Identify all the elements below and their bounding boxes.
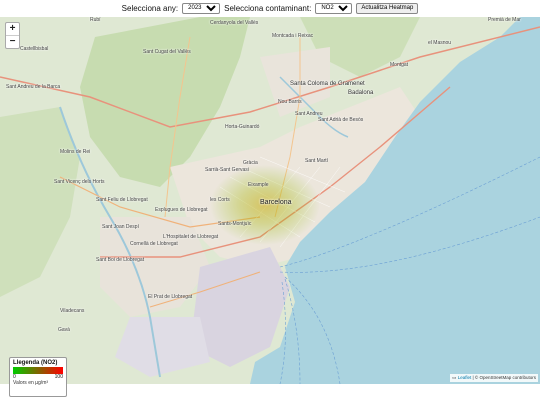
place-label: Gràcia (243, 160, 258, 166)
place-label: Viladecans (60, 308, 85, 314)
place-label: Gavà (58, 327, 70, 333)
pollutant-select[interactable]: NO2 (315, 2, 353, 14)
place-label: Sant Boi de Llobregat (96, 257, 145, 263)
place-label: Sants-Montjuïc (218, 221, 252, 227)
year-select[interactable]: 2023 (182, 2, 221, 14)
place-label: Montcada i Reixac (272, 33, 314, 39)
place-label: Sant Martí (305, 158, 329, 164)
place-label: El Prat de Llobregat (148, 294, 193, 300)
place-label: Sant Feliu de Llobregat (96, 197, 148, 203)
pollutant-label: Selecciona contaminant: (224, 3, 312, 13)
place-label: L'Hospitalet de Llobregat (163, 234, 219, 240)
update-heatmap-button[interactable]: Actualitza Heatmap (356, 2, 419, 14)
place-label: Santa Coloma de Gramenet (290, 81, 365, 87)
place-label: Montgat (390, 62, 409, 68)
legend-title: Llegenda (NO2) (13, 360, 58, 366)
place-label: Horta-Guinardó (225, 124, 260, 130)
place-label: Cerdanyola del Vallès (210, 20, 259, 26)
leaflet-link[interactable]: Leaflet (458, 375, 472, 380)
place-label: Sant Andreu (295, 111, 323, 117)
osm-attribution: | © OpenStreetMap contributors (472, 375, 536, 380)
place-label: el Masnou (428, 40, 452, 46)
place-label: Premià de Mar (488, 17, 521, 23)
place-label: Sarrià-Sant Gervasi (205, 167, 249, 173)
legend-color-bar (13, 367, 63, 374)
place-label: Rubí (90, 17, 101, 23)
place-label: Molins de Rei (60, 149, 91, 155)
place-label: Esplugues de Llobregat (155, 207, 208, 213)
place-label: Badalona (348, 90, 374, 96)
legend-max: 100 (54, 374, 63, 380)
place-label: Cornellà de Llobregat (130, 241, 178, 247)
year-label: Selecciona any: (121, 3, 179, 13)
zoom-control: + − (5, 22, 20, 49)
legend-unit: Valors en µg/m³ (13, 380, 49, 386)
place-label: Sant Cugat del Vallès (143, 49, 191, 55)
place-label: Sant Adrià de Besòs (318, 117, 364, 123)
place-label: Eixample (248, 182, 269, 188)
place-label: les Corts (210, 197, 230, 203)
place-label: Sant Joan Despí (102, 224, 139, 230)
place-label: Sant Andreu de la Barca (6, 84, 61, 90)
place-label: Castellbisbal (20, 46, 49, 52)
controls-bar: Selecciona any: 2023 Selecciona contamin… (0, 0, 540, 16)
map-attribution: ▭ Leaflet | © OpenStreetMap contributors (450, 374, 538, 382)
place-label: Nou Barris (278, 99, 302, 105)
flag-icon: ▭ (452, 375, 457, 380)
legend-panel: Llegenda (NO2) 0 100 Valors en µg/m³ (9, 357, 67, 397)
map-container[interactable]: Rubí Cerdanyola del Vallès Montcada i Re… (0, 17, 540, 384)
place-label: Barcelona (260, 199, 292, 206)
place-label: Sant Vicenç dels Horts (54, 179, 105, 185)
zoom-in-button[interactable]: + (6, 23, 19, 35)
zoom-out-button[interactable]: − (6, 35, 19, 48)
